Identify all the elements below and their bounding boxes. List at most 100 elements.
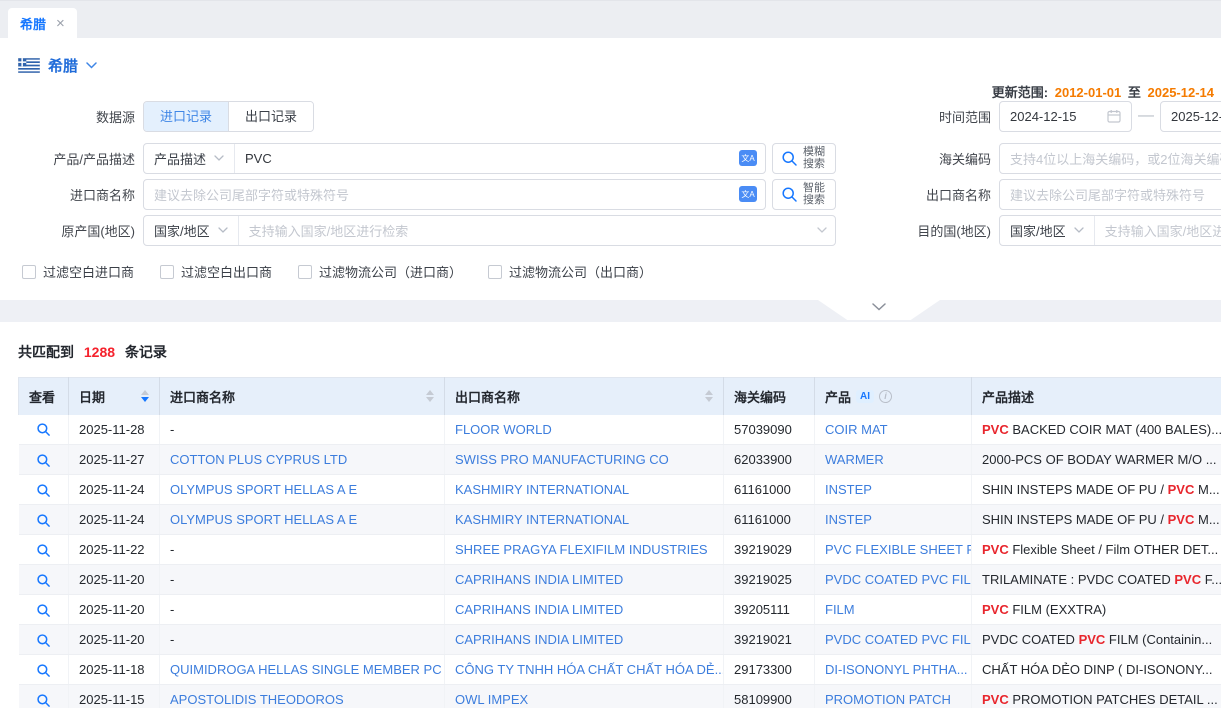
checkbox[interactable] bbox=[488, 265, 502, 279]
importer-link[interactable]: COTTON PLUS CYPRUS LTD bbox=[170, 452, 347, 467]
calendar-icon bbox=[1107, 109, 1121, 123]
column-header-2[interactable]: 进口商名称 bbox=[160, 378, 445, 415]
view-record-button[interactable] bbox=[36, 663, 51, 678]
checkbox[interactable] bbox=[298, 265, 312, 279]
cell-date: 2025-11-24 bbox=[69, 475, 160, 505]
exporter-link[interactable]: KASHMIRY INTERNATIONAL bbox=[455, 512, 629, 527]
sort-icon[interactable] bbox=[426, 390, 434, 402]
fuzzy-search-button[interactable]: 模糊搜索 bbox=[772, 143, 836, 174]
column-label: 出口商名称 bbox=[455, 387, 520, 406]
description-text: CHẤT HÓA DẺO DINP ( DI-ISONONY... bbox=[982, 662, 1212, 677]
update-range-start: 2012-01-01 bbox=[1055, 85, 1122, 100]
hs-code-label: 海关编码 bbox=[905, 149, 991, 168]
exporter-link[interactable]: SHREE PRAGYA FLEXIFILM INDUSTRIES bbox=[455, 542, 708, 557]
view-record-button[interactable] bbox=[36, 693, 51, 708]
translate-icon[interactable]: 文A bbox=[739, 186, 757, 202]
product-input[interactable]: PVC bbox=[235, 151, 739, 166]
sort-icon[interactable] bbox=[141, 390, 149, 402]
column-header-4: 海关编码 bbox=[724, 378, 815, 415]
search-form: 更新范围: 2012-01-01 至 2025-12-14 数据源 进口记录出口… bbox=[0, 82, 1221, 300]
cell-importer: OLYMPUS SPORT HELLAS A E bbox=[160, 475, 445, 505]
cell-view bbox=[19, 505, 69, 535]
view-record-button[interactable] bbox=[36, 453, 51, 468]
product-link[interactable]: PVDC COATED PVC FIL... bbox=[825, 572, 972, 587]
cell-view bbox=[19, 655, 69, 685]
chevron-down-icon[interactable] bbox=[86, 62, 97, 69]
product-type-select[interactable]: 产品描述 bbox=[144, 144, 235, 173]
cell-description: SHIN INSTEPS MADE OF PU / PVC M... bbox=[972, 475, 1221, 505]
importer-link[interactable]: APOSTOLIDIS THEODOROS bbox=[170, 692, 344, 707]
cell-hs-code: 39219029 bbox=[724, 535, 815, 565]
destination-country-select[interactable]: 国家/地区 bbox=[1000, 216, 1095, 245]
hs-code-input[interactable]: 支持4位以上海关编码，或2位海关编码加 bbox=[999, 143, 1221, 174]
importer-link[interactable]: OLYMPUS SPORT HELLAS A E bbox=[170, 512, 357, 527]
app: 希腊 × 希腊 bbox=[0, 0, 1221, 708]
cell-date: 2025-11-20 bbox=[69, 565, 160, 595]
exporter-input[interactable]: 建议去除公司尾部字符或特殊符号 bbox=[999, 179, 1221, 210]
product-link[interactable]: PVDC COATED PVC FIL... bbox=[825, 632, 972, 647]
cell-description: PVC PROMOTION PATCHES DETAIL ... bbox=[972, 685, 1221, 708]
results-panel: 共匹配到 1288 条记录 查看日期进口商名称出口商名称海关编码产品AIi产品描… bbox=[0, 322, 1221, 708]
date-start-input[interactable]: 2024-12-15 bbox=[999, 101, 1132, 132]
sort-icon[interactable] bbox=[705, 390, 713, 402]
product-link[interactable]: PROMOTION PATCH bbox=[825, 692, 951, 707]
checkbox[interactable] bbox=[22, 265, 36, 279]
cell-exporter: FLOOR WORLD bbox=[445, 415, 724, 445]
page-title: 希腊 bbox=[48, 55, 78, 76]
view-record-button[interactable] bbox=[36, 422, 51, 437]
cell-view bbox=[19, 625, 69, 655]
translate-icon[interactable]: 文A bbox=[739, 150, 757, 166]
destination-country-input[interactable]: 支持输入国家/地区进行 bbox=[1095, 221, 1221, 240]
collapse-handle[interactable] bbox=[818, 300, 940, 320]
description-text: F... bbox=[1201, 572, 1221, 587]
view-record-button[interactable] bbox=[36, 513, 51, 528]
data-source-option-1[interactable]: 出口记录 bbox=[228, 102, 313, 131]
origin-country-group: 国家/地区 支持输入国家/地区进行检索 bbox=[143, 215, 836, 246]
data-source-option-0[interactable]: 进口记录 bbox=[144, 102, 228, 131]
importer-input[interactable]: 建议去除公司尾部字符或特殊符号 bbox=[144, 185, 739, 204]
checkbox[interactable] bbox=[160, 265, 174, 279]
exporter-link[interactable]: CAPRIHANS INDIA LIMITED bbox=[455, 632, 623, 647]
cell-description: SHIN INSTEPS MADE OF PU / PVC M... bbox=[972, 505, 1221, 535]
description-text: 2000-PCS OF BODAY WARMER M/O ... bbox=[982, 452, 1217, 467]
update-range-to: 至 bbox=[1128, 85, 1141, 100]
info-icon[interactable]: i bbox=[879, 390, 892, 403]
product-link[interactable]: COIR MAT bbox=[825, 422, 888, 437]
view-record-button[interactable] bbox=[36, 573, 51, 588]
importer-link[interactable]: QUIMIDROGA HELLAS SINGLE MEMBER PC bbox=[170, 662, 442, 677]
view-record-button[interactable] bbox=[36, 603, 51, 618]
origin-country-select[interactable]: 国家/地区 bbox=[144, 216, 239, 245]
product-link[interactable]: DI-ISONONYL PHTHA... bbox=[825, 662, 968, 677]
product-link[interactable]: FILM bbox=[825, 602, 855, 617]
importer-link[interactable]: OLYMPUS SPORT HELLAS A E bbox=[170, 482, 357, 497]
exporter-link[interactable]: OWL IMPEX bbox=[455, 692, 528, 707]
exporter-link[interactable]: CAPRIHANS INDIA LIMITED bbox=[455, 572, 623, 587]
smart-search-button[interactable]: 智能搜索 bbox=[772, 179, 836, 210]
exporter-link[interactable]: CAPRIHANS INDIA LIMITED bbox=[455, 602, 623, 617]
exporter-link[interactable]: SWISS PRO MANUFACTURING CO bbox=[455, 452, 669, 467]
tab-greece[interactable]: 希腊 × bbox=[8, 8, 77, 38]
product-link[interactable]: INSTEP bbox=[825, 482, 872, 497]
product-link[interactable]: INSTEP bbox=[825, 512, 872, 527]
view-record-button[interactable] bbox=[36, 633, 51, 648]
product-link[interactable]: WARMER bbox=[825, 452, 884, 467]
description-text: M... bbox=[1194, 482, 1219, 497]
product-link[interactable]: PVC FLEXIBLE SHEET F... bbox=[825, 542, 972, 557]
column-header-0: 查看 bbox=[19, 378, 69, 415]
chevron-down-icon bbox=[872, 303, 886, 311]
view-record-button[interactable] bbox=[36, 483, 51, 498]
date-end-input[interactable]: 2025-12-14 bbox=[1160, 101, 1221, 132]
column-header-3[interactable]: 出口商名称 bbox=[445, 378, 724, 415]
cell-date: 2025-11-20 bbox=[69, 625, 160, 655]
exporter-link[interactable]: FLOOR WORLD bbox=[455, 422, 552, 437]
column-header-1[interactable]: 日期 bbox=[69, 378, 160, 415]
view-record-button[interactable] bbox=[36, 543, 51, 558]
exporter-link[interactable]: CÔNG TY TNHH HÓA CHẤT CHẤT HÓA DẺ... bbox=[455, 662, 724, 677]
close-icon[interactable]: × bbox=[56, 16, 65, 31]
exporter-label: 出口商名称 bbox=[905, 185, 991, 204]
summary-prefix: 共匹配到 bbox=[18, 344, 74, 360]
exporter-link[interactable]: KASHMIRY INTERNATIONAL bbox=[455, 482, 629, 497]
origin-country-input[interactable]: 支持输入国家/地区进行检索 bbox=[239, 221, 817, 240]
checkbox-label: 过滤物流公司（出口商） bbox=[509, 262, 652, 281]
cell-view bbox=[19, 475, 69, 505]
